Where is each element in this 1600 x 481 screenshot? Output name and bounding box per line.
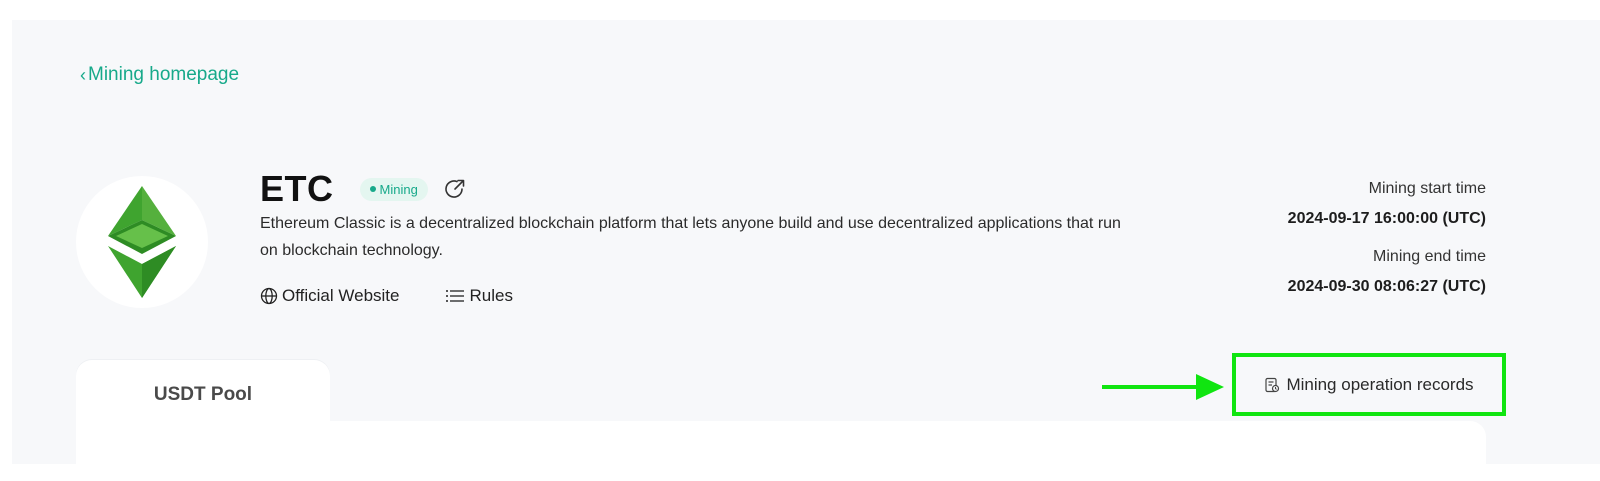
status-dot-icon xyxy=(369,186,376,192)
mining-times: Mining start time 2024-09-17 16:00:00 (U… xyxy=(1288,178,1486,298)
coin-description: Ethereum Classic is a decentralized bloc… xyxy=(260,215,1121,259)
back-to-mining-homepage-link[interactable]: ‹ Mining homepage xyxy=(80,64,239,86)
status-label: Mining xyxy=(379,181,418,197)
rules-link[interactable]: Rules xyxy=(445,286,513,306)
mining-end-label: Mining end time xyxy=(1373,248,1486,265)
coin-logo xyxy=(76,176,208,308)
globe-icon xyxy=(260,287,278,305)
records-label: Mining operation records xyxy=(1286,374,1474,394)
document-record-icon xyxy=(1265,377,1280,392)
status-badge: Mining xyxy=(359,177,428,201)
mining-start-value: 2024-09-17 16:00:00 (UTC) xyxy=(1287,210,1486,227)
back-link-label: Mining homepage xyxy=(88,64,240,85)
coin-title-row: ETC Mining xyxy=(260,168,468,210)
rules-label: Rules xyxy=(469,286,513,305)
tab-label: USDT Pool xyxy=(153,384,253,405)
chevron-left-icon: ‹ xyxy=(80,65,86,85)
share-icon[interactable] xyxy=(442,176,468,202)
mining-operation-records-button[interactable]: Mining operation records xyxy=(1232,353,1506,416)
ethereum-classic-logo-icon xyxy=(108,186,176,298)
tab-usdt-pool[interactable]: USDT Pool xyxy=(76,360,330,464)
coin-symbol: ETC xyxy=(260,168,334,209)
mining-end-value: 2024-09-30 08:06:27 (UTC) xyxy=(1287,278,1486,295)
official-website-label: Official Website xyxy=(282,286,400,305)
official-website-link[interactable]: Official Website xyxy=(260,286,399,306)
arrow-right-icon xyxy=(1102,374,1224,400)
list-icon xyxy=(446,290,465,302)
mining-start-label: Mining start time xyxy=(1368,180,1486,197)
coin-links: Official Website Rules xyxy=(260,286,513,306)
